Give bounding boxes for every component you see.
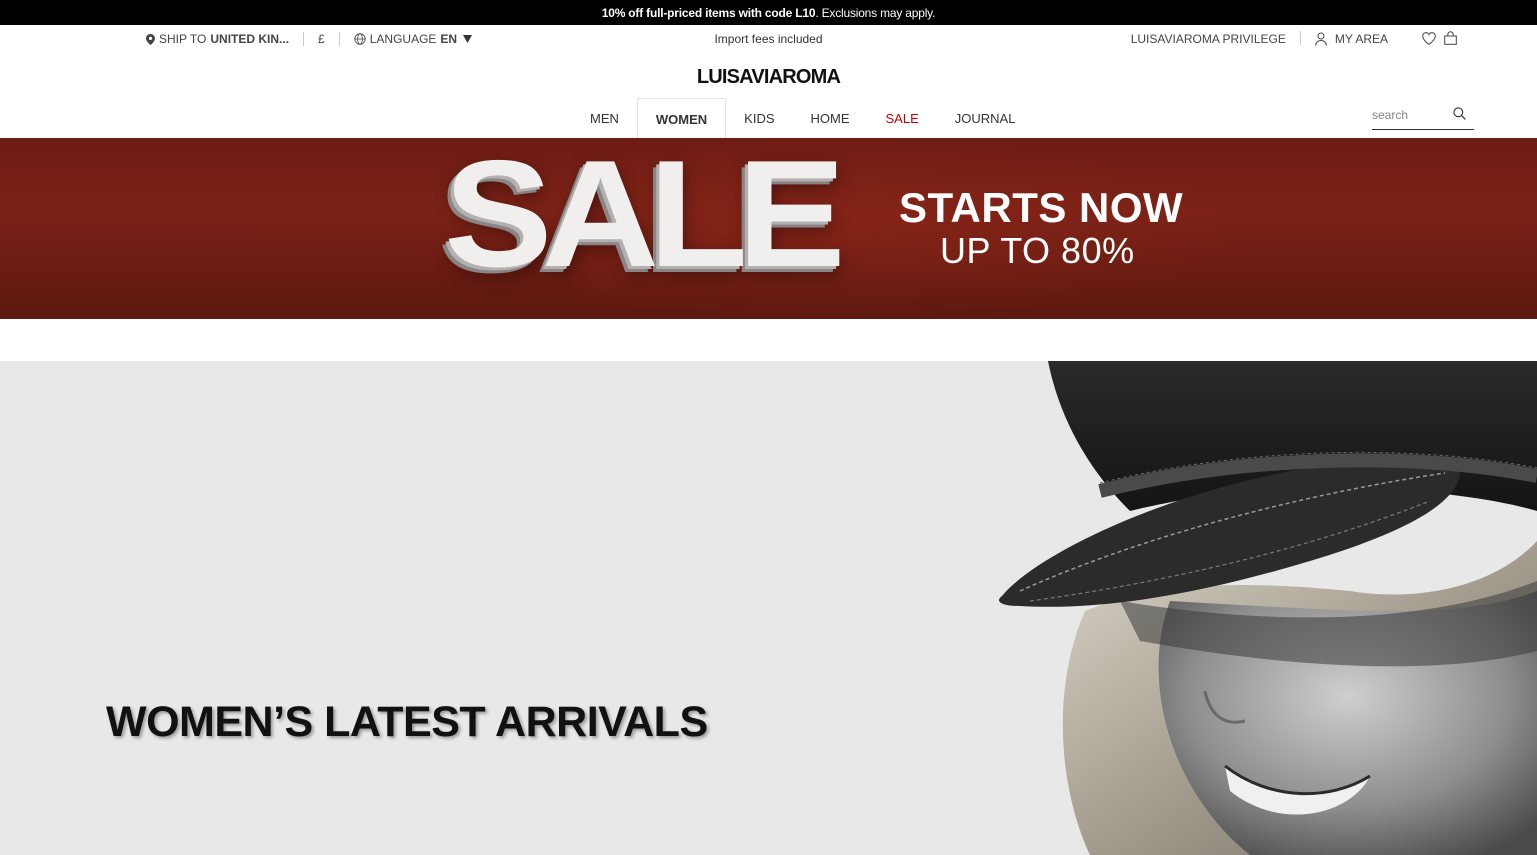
import-fees-text: Import fees included <box>714 32 823 46</box>
privilege-label: LUISAVIAROMA PRIVILEGE <box>1130 32 1286 46</box>
globe-icon <box>353 33 366 45</box>
divider <box>1299 31 1301 45</box>
promo-text-after: . Exclusions may apply. <box>815 5 936 20</box>
hero-model-image <box>999 361 1537 855</box>
search-icon[interactable] <box>1453 107 1466 120</box>
location-pin-icon <box>146 33 155 45</box>
currency-value: £ <box>318 32 325 46</box>
nav-label: WOMEN <box>655 111 708 127</box>
language-selector[interactable]: LANGUAGE EN <box>353 32 473 46</box>
sale-starts-now: STARTS NOW <box>899 184 1184 231</box>
site-logo[interactable]: LUISAVIAROMA <box>0 66 1537 89</box>
ship-to-value: UNITED KIN... <box>210 32 290 46</box>
divider <box>338 32 340 46</box>
divider <box>303 32 305 46</box>
search-box <box>1372 105 1474 130</box>
my-area-link[interactable]: MY AREA <box>1315 32 1388 46</box>
nav-item-journal[interactable]: JOURNAL <box>937 98 1034 138</box>
sale-discount: UP TO 80% <box>940 230 1135 271</box>
hero-banner[interactable]: WOMEN’S LATEST ARRIVALS <box>0 361 1537 855</box>
user-icon <box>1315 32 1327 46</box>
my-area-label: MY AREA <box>1334 32 1388 46</box>
currency-selector[interactable]: £ <box>318 32 325 46</box>
hero-title: WOMEN’S LATEST ARRIVALS <box>106 698 708 746</box>
ship-to-selector[interactable]: SHIP TO UNITED KIN... <box>146 32 289 46</box>
logo-text: LUISAVIAROMA <box>696 66 841 88</box>
bag-icon[interactable] <box>1444 31 1457 45</box>
nav-label: SALE <box>885 110 919 126</box>
nav-item-sale[interactable]: SALE <box>868 98 937 138</box>
heart-icon[interactable] <box>1422 31 1436 45</box>
promo-code: L10 <box>795 5 816 20</box>
nav-label: HOME <box>810 110 850 126</box>
utility-right: LUISAVIAROMA PRIVILEGE MY AREA <box>1131 30 1457 46</box>
utility-bar: SHIP TO UNITED KIN... £ LANGUAGE EN Impo… <box>0 25 1537 53</box>
caret-down-icon <box>463 35 473 43</box>
promo-bar[interactable]: 10% off full-priced items with code L10.… <box>0 0 1537 25</box>
utility-left: SHIP TO UNITED KIN... £ LANGUAGE EN <box>146 32 473 46</box>
language-label: LANGUAGE <box>369 32 437 46</box>
nav-label: KIDS <box>744 110 775 126</box>
sale-headline: SALE <box>444 129 846 299</box>
promo-text-before: 10% off full-priced items with code <box>601 5 796 20</box>
privilege-link[interactable]: LUISAVIAROMA PRIVILEGE <box>1131 32 1286 46</box>
nav-label: JOURNAL <box>954 110 1016 126</box>
nav-label: MEN <box>590 110 619 126</box>
ship-to-label: SHIP TO <box>159 32 207 46</box>
search-input[interactable] <box>1372 105 1447 125</box>
language-value: EN <box>440 32 458 46</box>
